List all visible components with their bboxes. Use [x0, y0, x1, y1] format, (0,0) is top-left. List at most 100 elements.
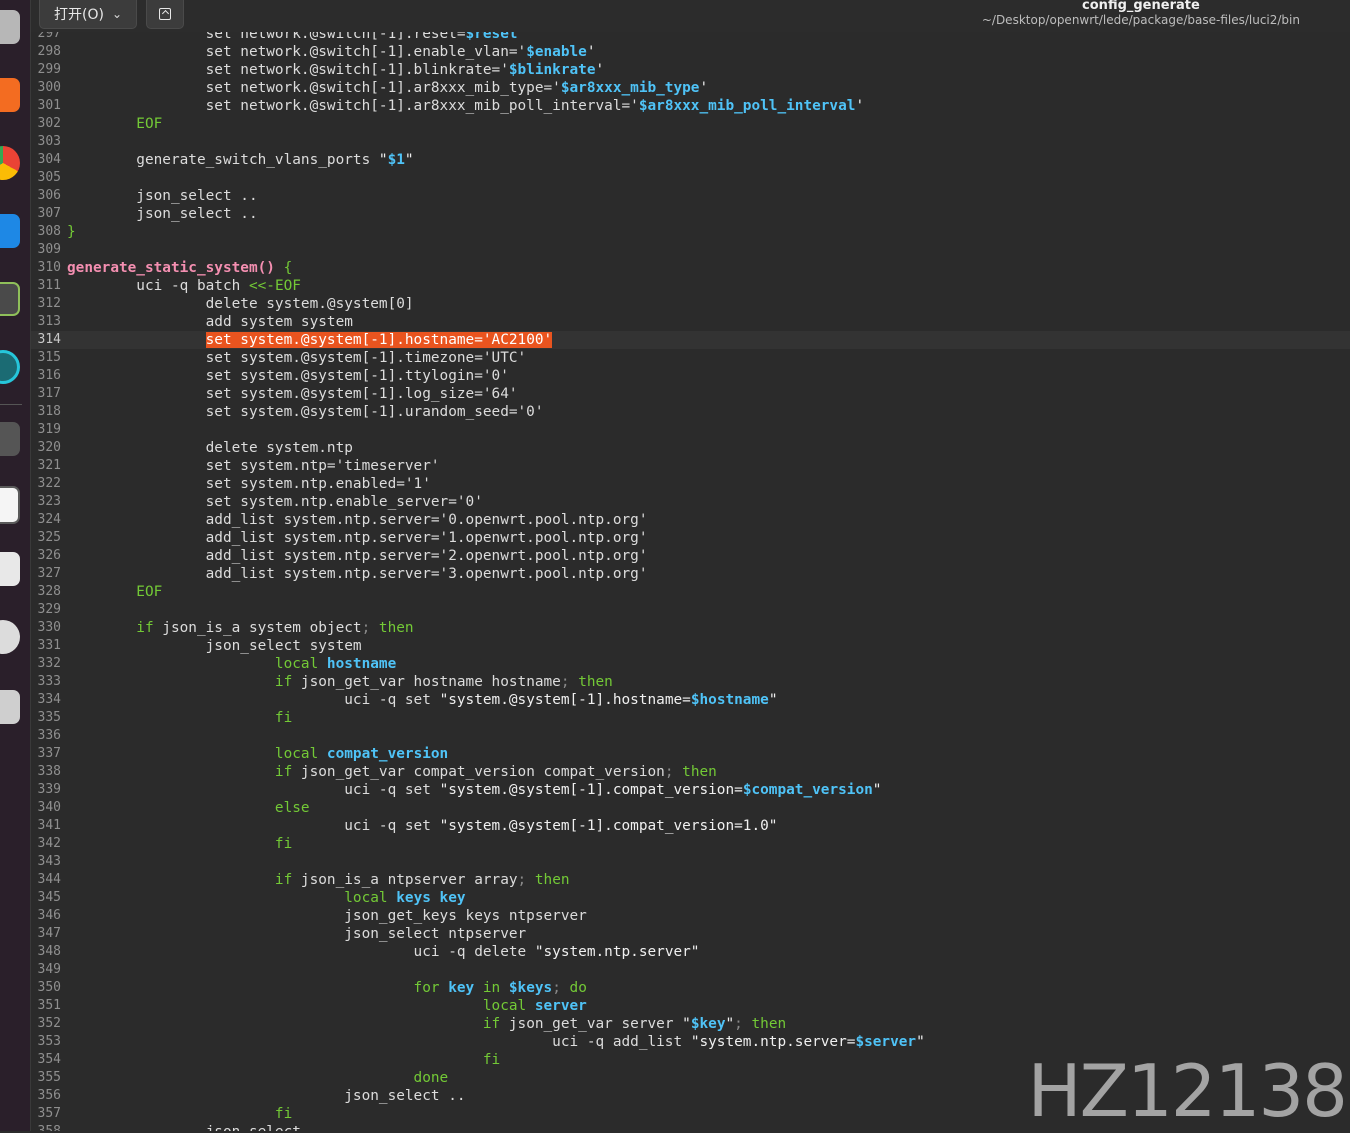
- code-token: add_list system.ntp.server='2.openwrt.po…: [67, 548, 648, 564]
- code-line[interactable]: 298 set network.@switch[-1].enable_vlan=…: [31, 43, 1350, 61]
- code-line[interactable]: 334 uci -q set "system.@system[-1].hostn…: [31, 691, 1350, 709]
- code-line[interactable]: 315 set system.@system[-1].timezone='UTC…: [31, 349, 1350, 367]
- code-line[interactable]: 304 generate_switch_vlans_ports "$1": [31, 151, 1350, 169]
- trash-icon[interactable]: [0, 690, 20, 724]
- code-line[interactable]: 312 delete system.@system[0]: [31, 295, 1350, 313]
- code-line[interactable]: 325 add_list system.ntp.server='1.openwr…: [31, 529, 1350, 547]
- line-number: 316: [37, 368, 61, 383]
- code-token: ;: [552, 980, 561, 996]
- code-line[interactable]: 308}: [31, 223, 1350, 241]
- code-token: fi: [67, 1106, 293, 1122]
- code-line[interactable]: 345 local keys key: [31, 889, 1350, 907]
- code-line[interactable]: 329: [31, 601, 1350, 619]
- new-document-button[interactable]: [146, 0, 184, 29]
- code-line[interactable]: 297 set network.@switch[-1].reset=$reset: [31, 32, 1350, 43]
- open-button[interactable]: 打开(O) ⌄: [39, 0, 137, 29]
- code-line[interactable]: 306 json_select ..: [31, 187, 1350, 205]
- code-line[interactable]: 338 if json_get_var compat_version compa…: [31, 763, 1350, 781]
- code-line[interactable]: 300 set network.@switch[-1].ar8xxx_mib_t…: [31, 79, 1350, 97]
- line-number: 332: [37, 656, 61, 671]
- code-line[interactable]: 319: [31, 421, 1350, 439]
- code-line[interactable]: 324 add_list system.ntp.server='0.openwr…: [31, 511, 1350, 529]
- code-line[interactable]: 348 uci -q delete "system.ntp.server": [31, 943, 1350, 961]
- files-app-icon[interactable]: [0, 10, 20, 44]
- code-line[interactable]: 341 uci -q set "system.@system[-1].compa…: [31, 817, 1350, 835]
- line-number: 303: [37, 134, 61, 149]
- code-text: json_select ..: [67, 1123, 327, 1131]
- terminal-app-icon[interactable]: [0, 422, 20, 456]
- code-line[interactable]: 350 for key in $keys; do: [31, 979, 1350, 997]
- line-number: 317: [37, 386, 61, 401]
- code-line[interactable]: 321 set system.ntp='timeserver': [31, 457, 1350, 475]
- code-line[interactable]: 326 add_list system.ntp.server='2.openwr…: [31, 547, 1350, 565]
- code-line[interactable]: 333 if json_get_var hostname hostname; t…: [31, 673, 1350, 691]
- disk-utility-icon[interactable]: [0, 620, 20, 654]
- code-line[interactable]: 352 if json_get_var server "$key"; then: [31, 1015, 1350, 1033]
- code-line[interactable]: 307 json_select ..: [31, 205, 1350, 223]
- code-line[interactable]: 322 set system.ntp.enabled='1': [31, 475, 1350, 493]
- code-line[interactable]: 316 set system.@system[-1].ttylogin='0': [31, 367, 1350, 385]
- software-store-icon[interactable]: [0, 78, 20, 112]
- code-line[interactable]: 320 delete system.ntp: [31, 439, 1350, 457]
- code-line[interactable]: 349: [31, 961, 1350, 979]
- code-line[interactable]: 318 set system.@system[-1].urandom_seed=…: [31, 403, 1350, 421]
- code-token: server: [526, 998, 587, 1014]
- code-line[interactable]: 299 set network.@switch[-1].blinkrate='$…: [31, 61, 1350, 79]
- code-token: $enable: [526, 44, 587, 60]
- document-viewer-icon[interactable]: [0, 552, 20, 586]
- code-line[interactable]: 303: [31, 133, 1350, 151]
- code-line[interactable]: 310 generate_static_system() {: [31, 259, 1350, 277]
- code-line[interactable]: 346 json_get_keys keys ntpserver: [31, 907, 1350, 925]
- code-text: fi: [67, 835, 292, 853]
- line-number: 321: [37, 458, 61, 473]
- code-line[interactable]: 337 local compat_version: [31, 745, 1350, 763]
- code-line[interactable]: 336: [31, 727, 1350, 745]
- code-token: ;: [517, 872, 527, 888]
- code-line[interactable]: 342 fi: [31, 835, 1350, 853]
- code-token: fi: [67, 836, 293, 852]
- code-token: $hostname: [690, 692, 769, 708]
- code-line[interactable]: 323 set system.ntp.enable_server='0': [31, 493, 1350, 511]
- code-token: add_list system.ntp.server='1.openwrt.po…: [67, 530, 648, 546]
- code-line[interactable]: 340 else: [31, 799, 1350, 817]
- code-line[interactable]: 327 add_list system.ntp.server='3.openwr…: [31, 565, 1350, 583]
- code-line[interactable]: 309: [31, 241, 1350, 259]
- line-number: 348: [37, 944, 61, 959]
- code-text: set system.ntp.enabled='1': [67, 475, 431, 493]
- code-line[interactable]: 302 EOF: [31, 115, 1350, 133]
- code-line[interactable]: 305: [31, 169, 1350, 187]
- code-line[interactable]: 311 uci -q batch <<-EOF: [31, 277, 1350, 295]
- code-token: $server: [855, 1034, 917, 1050]
- code-line[interactable]: 347 json_select ntpserver: [31, 925, 1350, 943]
- code-line[interactable]: 343: [31, 853, 1350, 871]
- code-text: json_select ..: [67, 1087, 465, 1105]
- code-line[interactable]: 332 local hostname: [31, 655, 1350, 673]
- code-line[interactable]: 339 uci -q set "system.@system[-1].compa…: [31, 781, 1350, 799]
- code-line[interactable]: 351 local server: [31, 997, 1350, 1015]
- code-line[interactable]: 330 if json_is_a system object; then: [31, 619, 1350, 637]
- vscode-icon[interactable]: [0, 214, 20, 248]
- app-circle-icon[interactable]: [0, 350, 20, 384]
- document-title: config_generate: [1082, 0, 1200, 13]
- code-line[interactable]: 313 add system system: [31, 313, 1350, 331]
- code-token: delete system.@system[0]: [67, 296, 414, 312]
- code-token: in: [474, 980, 501, 996]
- code-token: add_list system.ntp.server='3.openwrt.po…: [67, 566, 648, 582]
- code-line[interactable]: 328 EOF: [31, 583, 1350, 601]
- code-token: json_select ..: [67, 188, 258, 204]
- text-editor-icon[interactable]: [0, 486, 20, 524]
- code-token: json_get_var server: [500, 1016, 683, 1032]
- new-document-icon: [159, 8, 171, 20]
- code-text: delete system.ntp: [67, 439, 353, 457]
- code-token: ': [699, 80, 709, 96]
- chrome-browser-icon[interactable]: [0, 146, 20, 180]
- code-editor[interactable]: 297 set network.@switch[-1].reset=$reset…: [31, 32, 1350, 1131]
- code-line[interactable]: 335 fi: [31, 709, 1350, 727]
- system-monitor-icon[interactable]: [0, 282, 20, 316]
- code-line[interactable]: 317 set system.@system[-1].log_size='64': [31, 385, 1350, 403]
- code-line[interactable]: 344 if json_is_a ntpserver array; then: [31, 871, 1350, 889]
- code-line[interactable]: 314 set system.@system[-1].hostname='AC2…: [31, 331, 1350, 349]
- code-line[interactable]: 301 set network.@switch[-1].ar8xxx_mib_p…: [31, 97, 1350, 115]
- code-text: add_list system.ntp.server='0.openwrt.po…: [67, 511, 648, 529]
- code-line[interactable]: 331 json_select system: [31, 637, 1350, 655]
